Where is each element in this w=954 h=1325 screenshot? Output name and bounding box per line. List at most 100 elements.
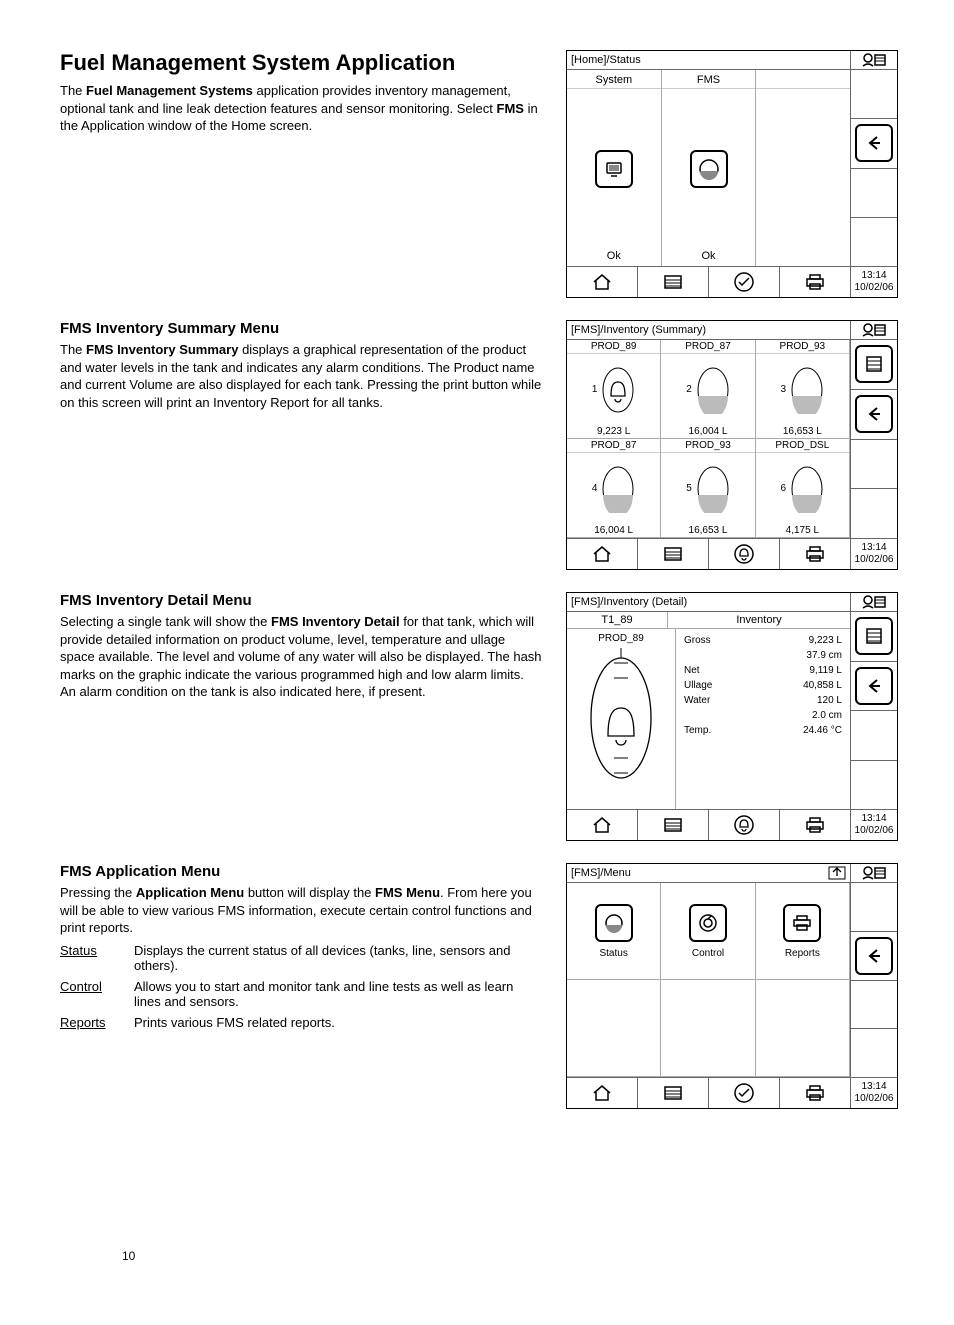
menu-button[interactable] bbox=[638, 1078, 709, 1108]
fms-menu-screen: [FMS]/Menu Status Control bbox=[566, 863, 898, 1109]
user-icon[interactable] bbox=[862, 595, 886, 609]
side-slot-4 bbox=[851, 761, 897, 810]
home-button[interactable] bbox=[567, 1078, 638, 1108]
side-slot-3 bbox=[851, 981, 897, 1030]
definition-row: ReportsPrints various FMS related report… bbox=[60, 1015, 542, 1030]
tank-icon bbox=[790, 366, 824, 414]
tank-cell[interactable]: PROD_93516,653 L bbox=[661, 439, 755, 538]
side-slot-1 bbox=[851, 883, 897, 932]
home-button[interactable] bbox=[567, 539, 638, 569]
detail-row: 2.0 cm bbox=[684, 708, 842, 723]
inventory-summary-screen: [FMS]/Inventory (Summary) PROD_8919,223 … bbox=[566, 320, 898, 570]
definition-row: StatusDisplays the current status of all… bbox=[60, 943, 542, 973]
user-icon[interactable] bbox=[862, 53, 886, 67]
clock: 13:1410/02/06 bbox=[851, 1078, 897, 1108]
detail-label: Ullage bbox=[684, 680, 712, 691]
section2-body: The FMS Inventory Summary displays a gra… bbox=[60, 341, 542, 411]
tank-cell[interactable]: PROD_8919,223 L bbox=[567, 340, 661, 439]
user-icon[interactable] bbox=[862, 323, 886, 337]
detail-value: 9,223 L bbox=[809, 635, 842, 646]
tank-icon bbox=[601, 366, 635, 414]
control-tile[interactable]: Control bbox=[661, 883, 755, 980]
definition-term: Status bbox=[60, 943, 134, 973]
inventory-tab[interactable]: Inventory bbox=[668, 612, 850, 628]
tank-cell[interactable]: PROD_87216,004 L bbox=[661, 340, 755, 439]
tank-product: PROD_87 bbox=[567, 439, 660, 453]
detail-row: Gross 9,223 L bbox=[684, 633, 842, 648]
detail-label: Net bbox=[684, 665, 700, 676]
page-title: Fuel Management System Application bbox=[60, 50, 542, 76]
tank-cell[interactable]: PROD_DSL64,175 L bbox=[756, 439, 850, 538]
detail-value: 37.9 cm bbox=[806, 650, 842, 661]
empty-tile bbox=[756, 980, 850, 1077]
tile-status: Ok bbox=[567, 248, 661, 264]
inventory-detail-screen: [FMS]/Inventory (Detail) T1_89 Inventory… bbox=[566, 592, 898, 841]
tile-label: System bbox=[567, 72, 661, 89]
tank-volume: 4,175 L bbox=[756, 524, 849, 537]
detail-row: 37.9 cm bbox=[684, 648, 842, 663]
alarm-button[interactable] bbox=[709, 539, 780, 569]
side-slot-4 bbox=[851, 1029, 897, 1077]
list-button[interactable] bbox=[851, 340, 897, 390]
tank-volume: 16,004 L bbox=[661, 425, 754, 438]
back-button[interactable] bbox=[851, 662, 897, 712]
tank-product: PROD_93 bbox=[756, 340, 849, 354]
detail-row: Ullage40,858 L bbox=[684, 678, 842, 693]
detail-label: Temp. bbox=[684, 725, 711, 736]
menu-button[interactable] bbox=[638, 539, 709, 569]
detail-row: Net 9,119 L bbox=[684, 663, 842, 678]
list-button[interactable] bbox=[851, 612, 897, 662]
home-button[interactable] bbox=[567, 810, 638, 840]
section3-title: FMS Inventory Detail Menu bbox=[60, 592, 542, 609]
detail-label: Water bbox=[684, 695, 710, 706]
breadcrumb: [Home]/Status bbox=[567, 51, 851, 69]
tank-number: 1 bbox=[592, 384, 598, 395]
back-button[interactable] bbox=[851, 119, 897, 168]
print-button[interactable] bbox=[780, 1078, 851, 1108]
detail-value: 120 L bbox=[817, 695, 842, 706]
breadcrumb: [FMS]/Inventory (Detail) bbox=[567, 593, 851, 611]
tank-product: PROD_DSL bbox=[756, 439, 849, 453]
tank-icon bbox=[601, 465, 635, 513]
menu-button[interactable] bbox=[638, 810, 709, 840]
menu-button[interactable] bbox=[638, 267, 709, 297]
print-button[interactable] bbox=[780, 267, 851, 297]
section4-title: FMS Application Menu bbox=[60, 863, 542, 880]
user-icon[interactable] bbox=[862, 866, 886, 880]
tank-icon bbox=[696, 366, 730, 414]
tank-product: PROD_89 bbox=[567, 340, 660, 354]
tile-label: Control bbox=[692, 948, 724, 959]
status-tile[interactable]: Status bbox=[567, 883, 661, 980]
home-button[interactable] bbox=[567, 267, 638, 297]
print-button[interactable] bbox=[780, 539, 851, 569]
tank-number: 3 bbox=[781, 384, 787, 395]
definition-term: Reports bbox=[60, 1015, 134, 1030]
definition-term: Control bbox=[60, 979, 134, 1009]
clock: 13:1410/02/06 bbox=[851, 267, 897, 297]
side-slot-3 bbox=[851, 711, 897, 761]
side-slot-3 bbox=[851, 169, 897, 218]
tank-gauge-icon bbox=[586, 648, 656, 788]
alarm-button[interactable] bbox=[709, 810, 780, 840]
back-button[interactable] bbox=[851, 932, 897, 981]
side-slot-1 bbox=[851, 70, 897, 119]
tile-label: Status bbox=[599, 948, 627, 959]
detail-label: Gross bbox=[684, 635, 711, 646]
back-button[interactable] bbox=[851, 390, 897, 440]
detail-value: 9,119 L bbox=[809, 665, 842, 676]
section4-body: Pressing the Application Menu button wil… bbox=[60, 884, 542, 937]
tank-cell[interactable]: PROD_93316,653 L bbox=[756, 340, 850, 439]
print-button[interactable] bbox=[780, 810, 851, 840]
definition-text: Allows you to start and monitor tank and… bbox=[134, 979, 542, 1009]
tank-tab[interactable]: T1_89 bbox=[567, 612, 668, 628]
reports-tile[interactable]: Reports bbox=[756, 883, 850, 980]
breadcrumb: [FMS]/Inventory (Summary) bbox=[567, 321, 851, 339]
status-ok-button[interactable] bbox=[709, 267, 780, 297]
side-slot-4 bbox=[851, 489, 897, 538]
status-ok-button[interactable] bbox=[709, 1078, 780, 1108]
fms-tile[interactable]: FMS Ok bbox=[662, 70, 757, 266]
up-icon[interactable] bbox=[828, 866, 846, 880]
tank-cell[interactable]: PROD_87416,004 L bbox=[567, 439, 661, 538]
system-tile[interactable]: System Ok bbox=[567, 70, 662, 266]
system-icon bbox=[595, 150, 633, 188]
